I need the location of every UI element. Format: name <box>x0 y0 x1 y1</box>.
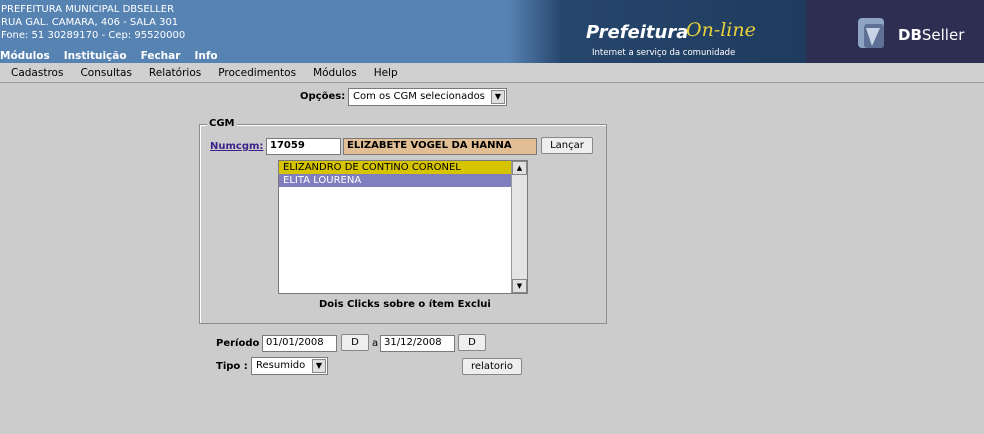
date-picker-inicio-button[interactable]: D <box>341 334 369 351</box>
opcoes-select-value: Com os CGM selecionados <box>353 91 485 102</box>
periodo-label: Período <box>216 338 260 349</box>
tipo-select-value: Resumido <box>256 360 306 371</box>
list-hint: Dois Clicks sobre o ítem Exclui <box>319 299 491 310</box>
list-item[interactable]: ELIZANDRO DE CONTINO CORONEL <box>279 161 511 174</box>
data-inicio-input[interactable]: 01/01/2008 <box>262 335 337 352</box>
dropdown-arrow-icon: ▼ <box>491 90 505 104</box>
listbox-scrollbar[interactable]: ▲ ▼ <box>511 161 527 293</box>
top-menu-fechar[interactable]: Fechar <box>141 50 181 62</box>
dbseller-logo-area: DBSeller <box>806 0 984 63</box>
cgm-listbox[interactable]: ELIZANDRO DE CONTINO CORONEL ELITA LOURE… <box>278 160 528 294</box>
banner-tagline: Internet a serviço da comunidade <box>592 48 736 58</box>
menu-help[interactable]: Help <box>374 67 398 79</box>
opcoes-select[interactable]: Com os CGM selecionados ▼ <box>348 88 507 106</box>
org-address: RUA GAL. CAMARA, 406 - SALA 301 <box>1 17 179 28</box>
scroll-down-icon[interactable]: ▼ <box>512 279 527 293</box>
date-picker-fim-button[interactable]: D <box>458 334 486 351</box>
prefeitura-online-banner: Prefeitura On-line Internet a serviço da… <box>508 0 806 63</box>
menu-consultas[interactable]: Consultas <box>80 67 131 79</box>
menu-procedimentos[interactable]: Procedimentos <box>218 67 296 79</box>
menu-relatorios[interactable]: Relatórios <box>149 67 201 79</box>
data-fim-input[interactable]: 31/12/2008 <box>380 335 455 352</box>
dropdown-arrow-icon: ▼ <box>312 359 326 373</box>
list-item[interactable]: ELITA LOURENA <box>279 174 511 187</box>
dbseller-logo-icon <box>858 18 884 48</box>
cgm-name-field: ELIZABETE VOGEL DA HANNA <box>343 138 537 155</box>
header: PREFEITURA MUNICIPAL DBSELLER RUA GAL. C… <box>0 0 984 63</box>
menu-cadastros[interactable]: Cadastros <box>11 67 63 79</box>
org-info: PREFEITURA MUNICIPAL DBSELLER RUA GAL. C… <box>1 3 185 42</box>
top-menu-instituicao[interactable]: Instituição <box>64 50 127 62</box>
top-menu: Módulos Instituição Fechar Info <box>0 50 232 62</box>
a-label: a <box>372 338 379 349</box>
banner-word-prefeitura: Prefeitura <box>586 22 689 43</box>
top-menu-info[interactable]: Info <box>194 50 217 62</box>
menubar: Cadastros Consultas Relatórios Procedime… <box>0 63 984 83</box>
relatorio-button[interactable]: relatorio <box>462 358 522 375</box>
tipo-label: Tipo : <box>216 361 248 372</box>
cgm-legend: CGM <box>207 118 237 129</box>
tipo-select[interactable]: Resumido ▼ <box>251 357 328 375</box>
numcgm-link[interactable]: Numcgm: <box>210 141 263 152</box>
top-menu-modulos[interactable]: Módulos <box>0 50 50 62</box>
org-name: PREFEITURA MUNICIPAL DBSELLER <box>1 4 175 15</box>
numcgm-input[interactable]: 17059 <box>266 138 341 155</box>
dbseller-logo-text: DBSeller <box>898 26 965 44</box>
banner-word-online: On-line <box>686 19 756 41</box>
opcoes-label: Opções: <box>300 91 346 102</box>
scroll-up-icon[interactable]: ▲ <box>512 161 527 175</box>
org-phone: Fone: 51 30289170 - Cep: 95520000 <box>1 30 186 41</box>
menu-modulos[interactable]: Módulos <box>313 67 357 79</box>
lancar-button[interactable]: Lançar <box>541 137 593 154</box>
